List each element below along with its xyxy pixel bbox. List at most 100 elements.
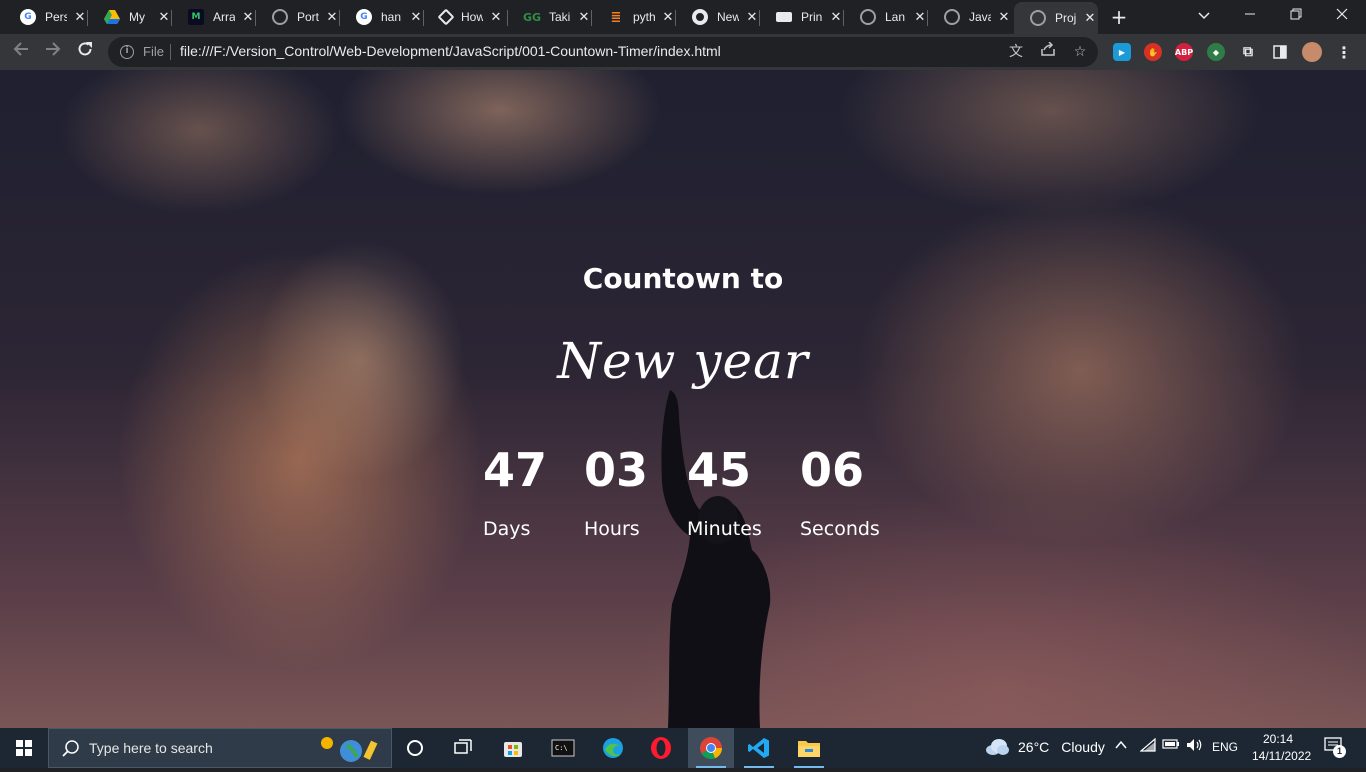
new-tab-button[interactable]: + [1108,6,1130,28]
tab[interactable]: GG Taki ✕ [508,2,592,32]
tab-close-button[interactable]: ✕ [829,10,843,25]
globe-icon [1030,10,1046,26]
omnibox-divider [170,44,171,60]
extension-icon[interactable]: ▶ [1113,43,1131,61]
tab[interactable]: How ✕ [424,2,508,32]
avatar[interactable] [1302,42,1322,62]
puzzle-piece-icon[interactable]: ⧉ [1239,43,1257,61]
tab-title: Lan [885,10,906,24]
folder-icon [798,741,820,757]
tab[interactable]: ≣ pyth ✕ [592,2,676,32]
tab[interactable]: Lan ✕ [844,2,928,32]
taskbar-search-box[interactable]: Type here to search [48,728,392,768]
volume-button[interactable] [1186,738,1204,755]
chrome-icon [692,9,708,25]
back-arrow-icon [13,42,28,56]
close-window-button[interactable] [1322,4,1362,28]
weather-widget[interactable]: 26°C Cloudy [984,738,1105,756]
tab[interactable]: New ✕ [676,2,760,32]
adblock-plus-icon[interactable]: ABP [1175,43,1193,61]
url-text[interactable]: file:///F:/Version_Control/Web-Developme… [180,43,721,59]
vscode-button[interactable] [736,728,782,768]
tab[interactable]: Prin ✕ [760,2,844,32]
notification-center-button[interactable]: 1 [1324,736,1346,759]
close-icon [1336,8,1348,20]
site-info-icon[interactable]: i [120,45,134,59]
codepen-icon: M [188,9,204,25]
restore-button[interactable] [1276,4,1316,28]
vscode-icon [748,738,769,758]
file-explorer-button[interactable] [786,728,832,768]
start-button[interactable] [0,728,48,768]
network-button[interactable] [1139,737,1156,755]
seconds-label: Seconds [800,518,880,540]
tab-close-button[interactable]: ✕ [157,10,171,25]
tab-search-button[interactable] [1184,4,1224,28]
stackoverflow-icon: ≣ [610,9,622,25]
translate-icon[interactable]: 文 [1006,42,1026,62]
opera-button[interactable] [638,728,684,768]
tab-close-button[interactable]: ✕ [325,10,339,25]
tab-close-button[interactable]: ✕ [997,10,1011,25]
edge-button[interactable] [590,728,636,768]
tab-close-button[interactable]: ✕ [745,10,759,25]
cortana-button[interactable] [392,728,438,768]
opera-icon [651,737,671,759]
countdown-section: Countown to New year 47 Days 03 Hours 45… [0,70,1366,728]
new-year-script-heading: New year [557,332,809,390]
tab-title: Java [969,10,991,24]
wifi-icon [1139,737,1156,752]
countdown-seconds: 06 Seconds [800,442,940,540]
side-panel-icon[interactable] [1271,43,1289,61]
address-bar[interactable]: i File file:///F:/Version_Control/Web-De… [108,37,1098,67]
tab-close-button[interactable]: ✕ [241,10,255,25]
hand-stop-icon[interactable]: ✋ [1144,43,1162,61]
tab-close-button[interactable]: ✕ [913,10,927,25]
bookmark-star-icon[interactable]: ☆ [1070,42,1090,62]
tab-close-button[interactable]: ✕ [489,10,503,25]
tab[interactable]: G Pers ✕ [4,2,88,32]
google-icon: G [356,9,372,25]
more-menu-icon[interactable]: ⋮ [1335,43,1353,62]
tab-strip: G Pers ✕ My ✕ M Arra ✕ Port ✕ Ghan ✕ How ✕ GG Tak… [0,0,1366,34]
terminal-icon: C:\ [551,739,575,757]
google-drive-extension-icon[interactable]: ◆ [1207,43,1225,61]
search-highlight-icon [317,733,387,765]
back-button[interactable] [8,39,34,65]
tab[interactable]: Ghan ✕ [340,2,424,32]
forward-button[interactable] [40,39,66,65]
tab[interactable]: My ✕ [88,2,172,32]
minimize-button[interactable] [1230,4,1270,28]
tab-title: Taki [549,10,571,24]
tab-title: My [129,10,145,24]
google-drive-icon [104,9,120,25]
tab[interactable]: Port ✕ [256,2,340,32]
microsoft-store-button[interactable] [490,728,536,768]
page-viewport: Countown to New year 47 Days 03 Hours 45… [0,70,1366,728]
task-view-button[interactable] [440,728,486,768]
chrome-taskbar-button[interactable] [688,728,734,768]
tab-title: How [461,10,483,24]
tab-close-button[interactable]: ✕ [409,10,423,25]
chevron-down-icon [1198,12,1210,20]
input-language-button[interactable]: ENG [1212,740,1238,754]
battery-icon [1162,739,1179,749]
chevron-up-icon [1115,740,1127,749]
reload-button[interactable] [72,39,98,65]
printer-icon [776,12,792,22]
battery-button[interactable] [1162,738,1180,753]
tab[interactable]: M Arra ✕ [172,2,256,32]
tab[interactable]: Java ✕ [928,2,1012,32]
show-hidden-icons-button[interactable] [1114,738,1128,755]
terminal-button[interactable]: C:\ [540,728,586,768]
tab-close-button[interactable]: ✕ [661,10,675,25]
system-clock[interactable]: 20:14 14/11/2022 [1252,731,1311,765]
tab-close-button[interactable]: ✕ [1083,11,1097,26]
tab-close-button[interactable]: ✕ [577,10,591,25]
tab-active[interactable]: Proj ✕ [1014,2,1098,34]
tab-close-button[interactable]: ✕ [73,10,87,25]
windows-logo-icon [16,740,32,756]
tab-title: han [381,10,402,24]
globe-icon [944,9,960,25]
share-icon[interactable] [1038,41,1058,62]
